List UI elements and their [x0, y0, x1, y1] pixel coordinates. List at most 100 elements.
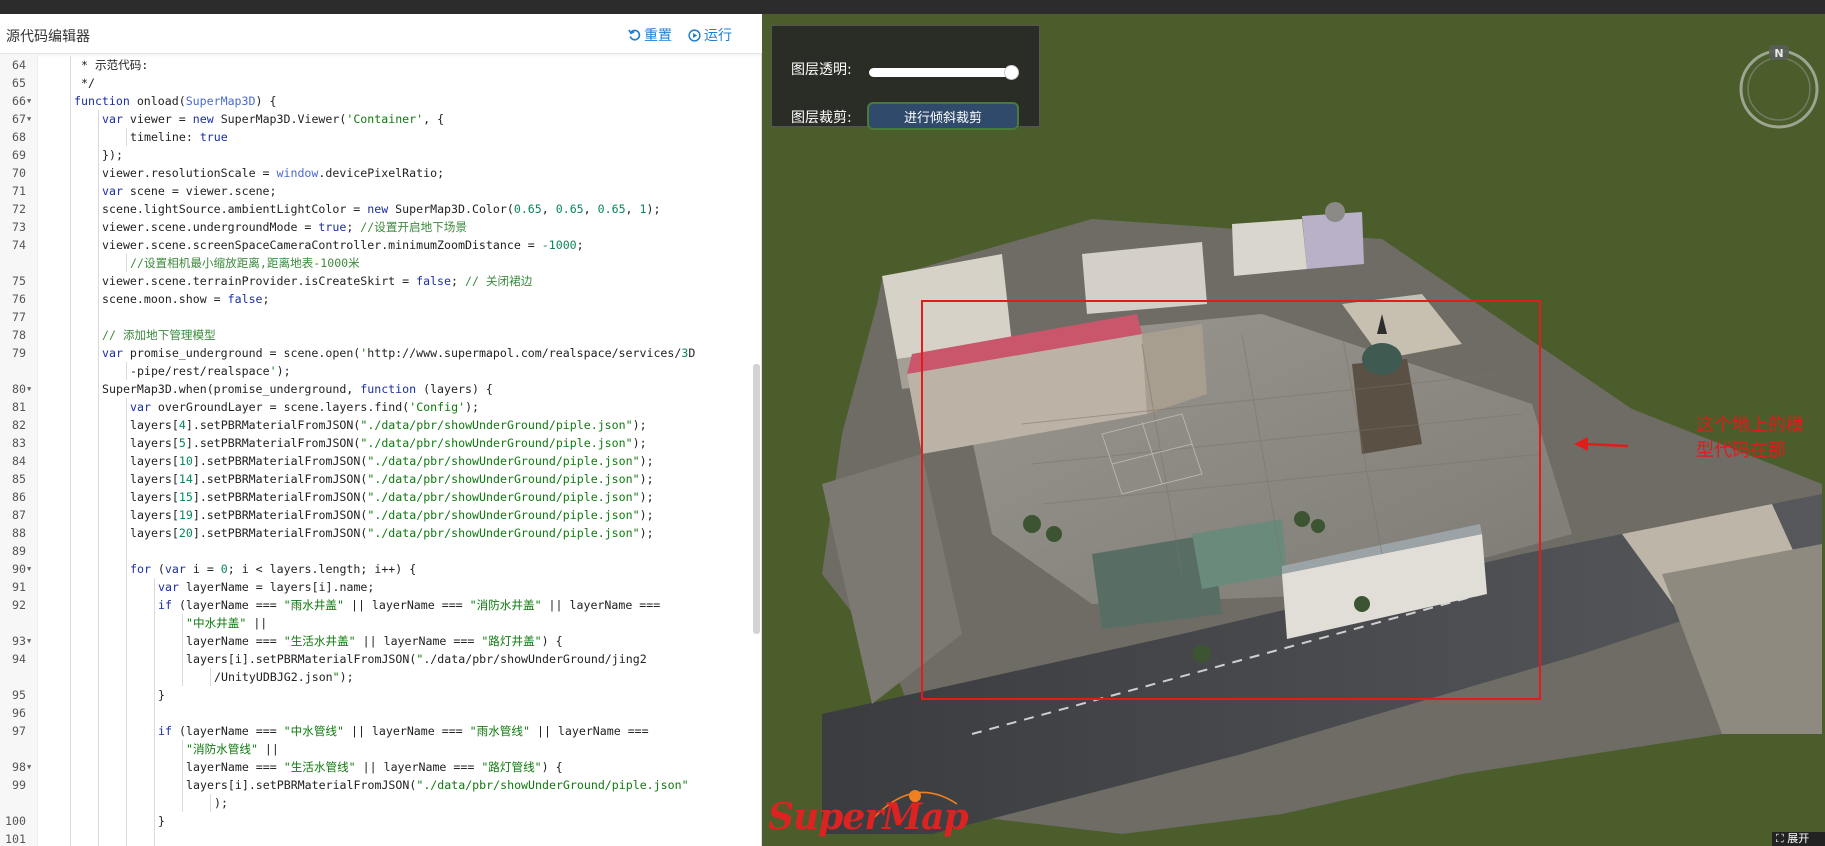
- code-text: viewer.scene.terrainProvider.isCreateSki…: [102, 274, 533, 288]
- code-line: 89: [0, 542, 762, 560]
- compass-icon[interactable]: N: [1735, 43, 1823, 131]
- code-line: 92 if (layerName === "雨水井盖" || layerName …: [0, 596, 762, 614]
- code-line: 66 ▼ function onload(SuperMap3D) {: [0, 92, 762, 110]
- code-text: function onload(SuperMap3D) {: [74, 94, 277, 108]
- code-line: 77: [0, 308, 762, 326]
- code-line: 94 layers[i].setPBRMaterialFromJSON("./da…: [0, 650, 762, 668]
- line-number: 78: [12, 328, 26, 342]
- code-line: 80 ▼ SuperMap3D.when(promise_underground, …: [0, 380, 762, 398]
- fold-arrow-icon[interactable]: ▼: [27, 758, 31, 776]
- code-line: 71 var scene = viewer.scene;: [0, 182, 762, 200]
- reset-icon: [628, 28, 641, 41]
- layer-control-panel: 图层透明: 图层裁剪: 进行倾斜裁剪: [771, 25, 1040, 130]
- line-number: 69: [12, 148, 26, 162]
- code-text: layerName === "生活水管线" || layerName === "…: [186, 760, 563, 774]
- play-icon: [688, 28, 701, 42]
- run-button[interactable]: 运行: [688, 25, 732, 45]
- reset-label: 重置: [644, 28, 672, 44]
- code-line: 97 if (layerName === "中水管线" || layerName …: [0, 722, 762, 740]
- code-line: 76 scene.moon.show = false;: [0, 290, 762, 308]
- expand-button[interactable]: ⛶ 展开: [1772, 832, 1825, 846]
- line-number: 97: [12, 724, 26, 738]
- code-line: 98 ▼ layerName === "生活水管线" || layerName ==…: [0, 758, 762, 776]
- supermap-logo: SuperMap: [768, 796, 969, 838]
- code-text: layers[19].setPBRMaterialFromJSON("./dat…: [130, 508, 654, 522]
- line-number: 64: [12, 58, 26, 72]
- code-text: // 添加地下管理模型: [102, 328, 216, 342]
- opacity-slider-track[interactable]: [869, 68, 1009, 77]
- line-number: 91: [12, 580, 26, 594]
- code-line: 73 viewer.scene.undergroundMode = true; /…: [0, 218, 762, 236]
- code-line: 72 scene.lightSource.ambientLightColor = …: [0, 200, 762, 218]
- code-text: viewer.scene.undergroundMode = true; //设…: [102, 220, 467, 234]
- line-number: 80: [12, 382, 26, 396]
- code-line: 70 viewer.resolutionScale = window.device…: [0, 164, 762, 182]
- code-text: layers[5].setPBRMaterialFromJSON("./data…: [130, 436, 647, 450]
- code-line: 78 // 添加地下管理模型: [0, 326, 762, 344]
- code-line: "中水井盖" ||: [0, 614, 762, 632]
- reset-button[interactable]: 重置: [628, 25, 672, 45]
- code-line: 88 layers[20].setPBRMaterialFromJSON("./d…: [0, 524, 762, 542]
- code-text: layers[15].setPBRMaterialFromJSON("./dat…: [130, 490, 654, 504]
- oblique-clip-button[interactable]: 进行倾斜裁剪: [867, 102, 1019, 130]
- line-number: 89: [12, 544, 26, 558]
- line-number: 93: [12, 634, 26, 648]
- code-line: 64 * 示范代码:: [0, 56, 762, 74]
- code-area[interactable]: 64 * 示范代码: 65 */66 ▼ function onload(SuperM…: [0, 54, 762, 846]
- code-line: 100}: [0, 812, 762, 830]
- fold-arrow-icon[interactable]: ▼: [27, 380, 31, 398]
- code-text: if (layerName === "中水管线" || layerName ==…: [158, 724, 649, 738]
- code-text: */: [74, 76, 95, 90]
- fold-arrow-icon[interactable]: ▼: [27, 92, 31, 110]
- code-line: 90 ▼ for (var i = 0; i < layers.length; i+…: [0, 560, 762, 578]
- opacity-slider-thumb[interactable]: [1004, 65, 1019, 80]
- line-number: 90: [12, 562, 26, 576]
- code-text: -pipe/rest/realspace');: [130, 364, 291, 378]
- code-text: var viewer = new SuperMap3D.Viewer('Cont…: [102, 112, 445, 126]
- code-text: scene.moon.show = false;: [102, 292, 270, 306]
- line-number: 99: [12, 778, 26, 792]
- code-text: layers[i].setPBRMaterialFromJSON("./data…: [186, 652, 647, 666]
- line-number: 74: [12, 238, 26, 252]
- line-number: 84: [12, 454, 26, 468]
- line-number: 68: [12, 130, 26, 144]
- code-line: 74 viewer.scene.screenSpaceCameraControll…: [0, 236, 762, 254]
- line-number: 67: [12, 112, 26, 126]
- code-text: layers[i].setPBRMaterialFromJSON("./data…: [186, 778, 689, 792]
- 3d-scene-viewer[interactable]: 图层透明: 图层裁剪: 进行倾斜裁剪 N 这个地上的模型代码在那 SuperMa…: [762, 14, 1825, 846]
- line-number: 96: [12, 706, 26, 720]
- line-number: 70: [12, 166, 26, 180]
- code-line: 93 ▼ layerName === "生活水井盖" || layerName ==…: [0, 632, 762, 650]
- code-text: "消防水管线" ||: [186, 742, 279, 756]
- code-line: 99 layers[i].setPBRMaterialFromJSON("./da…: [0, 776, 762, 794]
- fold-arrow-icon[interactable]: ▼: [27, 110, 31, 128]
- compass-north-letter: N: [1774, 47, 1783, 60]
- code-text: layers[20].setPBRMaterialFromJSON("./dat…: [130, 526, 654, 540]
- code-text: if (layerName === "雨水井盖" || layerName ==…: [158, 598, 661, 612]
- run-label: 运行: [704, 28, 732, 44]
- code-text: var overGroundLayer = scene.layers.find(…: [130, 400, 480, 414]
- code-text: }: [158, 688, 165, 702]
- code-line: 68 timeline: true: [0, 128, 762, 146]
- code-text: var layerName = layers[i].name;: [158, 580, 375, 594]
- line-number: 100: [5, 814, 26, 828]
- fold-arrow-icon[interactable]: ▼: [27, 632, 31, 650]
- fold-arrow-icon[interactable]: ▼: [27, 560, 31, 578]
- opacity-label: 图层透明:: [791, 62, 852, 78]
- code-line: 83 layers[5].setPBRMaterialFromJSON("./da…: [0, 434, 762, 452]
- annotation-text: 这个地上的模型代码在那: [1696, 415, 1804, 461]
- line-number: 92: [12, 598, 26, 612]
- line-number: 65: [12, 76, 26, 90]
- editor-scrollbar[interactable]: [753, 364, 760, 634]
- code-text: layers[4].setPBRMaterialFromJSON("./data…: [130, 418, 647, 432]
- code-line: -pipe/rest/realspace');: [0, 362, 762, 380]
- line-number: 82: [12, 418, 26, 432]
- code-line: 95}: [0, 686, 762, 704]
- code-line: 81 var overGroundLayer = scene.layers.fin…: [0, 398, 762, 416]
- line-number: 75: [12, 274, 26, 288]
- line-number: 71: [12, 184, 26, 198]
- editor-title: 源代码编辑器: [6, 29, 90, 45]
- line-number: 83: [12, 436, 26, 450]
- code-line: 101: [0, 830, 762, 846]
- code-line: /UnityUDBJG2.json");: [0, 668, 762, 686]
